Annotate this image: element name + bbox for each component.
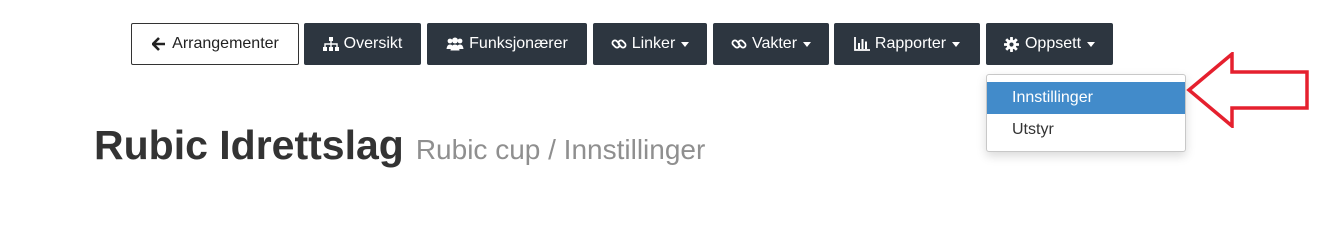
dropdown-item-label: Utstyr: [1012, 121, 1054, 138]
setup-button-label: Oppsett: [1024, 35, 1082, 52]
links-dropdown-button[interactable]: Linker: [593, 23, 707, 65]
page-title-main: Rubic Idrettslag: [94, 122, 404, 168]
chevron-down-icon: [952, 41, 961, 47]
gear-icon: [1004, 36, 1020, 52]
chevron-down-icon: [803, 41, 812, 47]
back-button-label: Arrangementer: [172, 35, 279, 52]
reports-button-label: Rapporter: [874, 35, 947, 52]
page-subtitle-breadcrumb: Rubic cup / Innstillinger: [415, 134, 706, 165]
links-button-label: Linker: [631, 35, 676, 52]
overview-button-label: Oversikt: [343, 35, 403, 52]
setup-dropdown-button[interactable]: Oppsett: [986, 23, 1113, 65]
shifts-button-label: Vakter: [751, 35, 798, 52]
chevron-down-icon: [681, 41, 690, 47]
annotation-arrow-icon: [1186, 52, 1309, 128]
officials-button-label: Funksjonærer: [469, 35, 568, 52]
reports-dropdown-button[interactable]: Rapporter: [834, 23, 980, 65]
sitemap-icon: [322, 36, 339, 52]
arrow-left-icon: [151, 36, 167, 52]
setup-dropdown-menu: Innstillinger Utstyr: [986, 74, 1186, 152]
link-icon: [731, 36, 747, 52]
chevron-down-icon: [1087, 41, 1096, 47]
link-icon: [611, 36, 627, 52]
officials-button[interactable]: Funksjonærer: [427, 23, 587, 65]
page-title: Rubic Idrettslag Rubic cup / Innstilling…: [94, 122, 705, 169]
shifts-dropdown-button[interactable]: Vakter: [713, 23, 829, 65]
dropdown-item-innstillinger[interactable]: Innstillinger: [987, 82, 1185, 114]
bar-chart-icon: [854, 36, 870, 52]
overview-button[interactable]: Oversikt: [304, 23, 421, 65]
users-icon: [446, 36, 464, 52]
dropdown-item-utstyr[interactable]: Utstyr: [987, 114, 1185, 146]
back-button[interactable]: Arrangementer: [131, 23, 299, 65]
dropdown-item-label: Innstillinger: [1012, 89, 1093, 106]
